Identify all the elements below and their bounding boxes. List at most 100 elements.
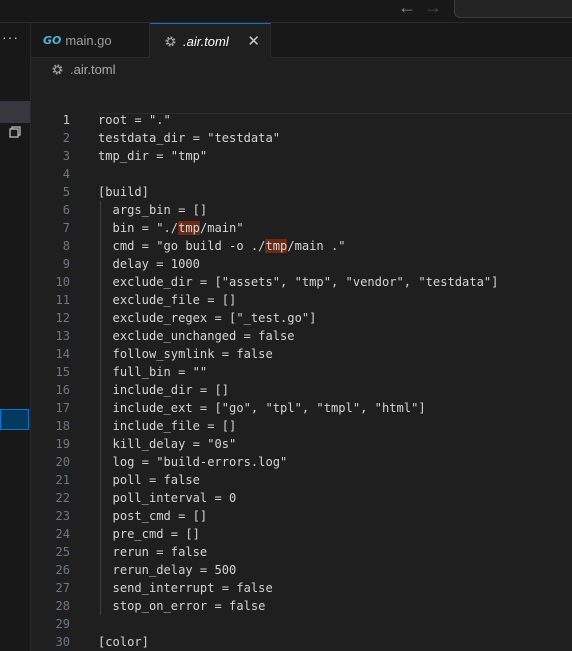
code-text[interactable]: [build] [98,183,149,201]
code-line[interactable]: 16 include_dir = [] [31,381,572,399]
code-line[interactable]: 28 stop_on_error = false [31,597,572,615]
line-number: 18 [55,419,70,433]
code-line[interactable]: 5 [build] [31,183,572,201]
code-text[interactable]: poll = false [98,471,200,489]
command-center-search[interactable] [454,0,572,18]
line-number: 17 [55,401,70,415]
code-line[interactable]: 17 include_ext = ["go", "tpl", "tmpl", "… [31,399,572,417]
code-text[interactable]: rerun = false [98,543,208,561]
code-text[interactable]: include_file = [] [98,417,237,435]
code-segment: /main ." [287,239,346,253]
code-line[interactable]: 13 exclude_unchanged = false [31,327,572,345]
code-segment: bin = "./ [98,221,179,235]
code-text[interactable]: exclude_dir = ["assets", "tmp", "vendor"… [98,273,499,291]
line-number: 23 [55,509,70,523]
code-text[interactable]: post_cmd = [] [98,507,208,525]
tab-main-go[interactable]: GO main.go [31,23,150,57]
line-number: 3 [62,149,70,163]
code-text[interactable]: follow_symlink = false [98,345,273,363]
line-number: 29 [55,617,70,631]
code-text[interactable]: pre_cmd = [] [98,525,200,543]
line-number: 21 [55,473,70,487]
close-icon[interactable]: ✕ [247,32,260,50]
line-number: 8 [62,239,70,253]
editor-tab-bar: GO main.go .air.toml ✕ [31,23,572,58]
sidebar-focused-row[interactable] [0,409,29,430]
code-line[interactable]: 1 root = "." [31,111,572,129]
line-number: 11 [55,293,70,307]
code-line[interactable]: 21 poll = false [31,471,572,489]
code-text[interactable]: stop_on_error = false [98,597,266,615]
code-text[interactable]: include_ext = ["go", "tpl", "tmpl", "htm… [98,399,426,417]
code-text[interactable]: testdata_dir = "testdata" [98,129,280,147]
code-line[interactable]: 9 delay = 1000 [31,255,572,273]
breadcrumb-file[interactable]: .air.toml [70,62,116,77]
code-text[interactable]: rerun_delay = 500 [98,561,237,579]
code-text[interactable]: args_bin = [] [98,201,208,219]
line-number: 27 [55,581,70,595]
code-line[interactable]: 23 post_cmd = [] [31,507,572,525]
line-number: 9 [62,257,70,271]
code-text[interactable]: exclude_regex = ["_test.go"] [98,309,317,327]
code-text[interactable]: send_interrupt = false [98,579,273,597]
code-line[interactable]: 7 bin = "./tmp/main" [31,219,572,237]
code-line[interactable]: 10 exclude_dir = ["assets", "tmp", "vend… [31,273,572,291]
code-line[interactable]: 3 tmp_dir = "tmp" [31,147,572,165]
sidebar-selected-row[interactable] [0,101,30,123]
code-text[interactable]: bin = "./tmp/main" [98,219,244,237]
code-text[interactable]: root = "." [98,111,171,129]
code-line[interactable]: 19 kill_delay = "0s" [31,435,572,453]
code-text[interactable]: full_bin = "" [98,363,208,381]
code-line[interactable]: 22 poll_interval = 0 [31,489,572,507]
breadcrumb[interactable]: .air.toml [51,60,116,78]
line-number: 16 [55,383,70,397]
line-number: 25 [55,545,70,559]
gear-icon [165,35,176,47]
code-text[interactable]: poll_interval = 0 [98,489,237,507]
code-text[interactable]: cmd = "go build -o ./tmp/main ." [98,237,346,255]
code-line[interactable]: 8 cmd = "go build -o ./tmp/main ." [31,237,572,255]
code-editor[interactable]: 1 root = "." 2 testdata_dir = "testdata" 3 tm… [31,80,572,651]
code-line[interactable]: 30 [color] [31,633,572,651]
code-text[interactable]: log = "build-errors.log" [98,453,288,471]
code-line[interactable]: 11 exclude_file = [] [31,291,572,309]
arrow-left-icon[interactable]: ← [398,0,416,18]
code-line[interactable]: 6 args_bin = [] [31,201,572,219]
code-line[interactable]: 26 rerun_delay = 500 [31,561,572,579]
line-number: 26 [55,563,70,577]
line-number: 30 [55,635,70,649]
line-number: 22 [55,491,70,505]
restore-window-icon[interactable] [9,126,21,138]
code-text[interactable]: tmp_dir = "tmp" [98,147,207,165]
code-line[interactable]: 18 include_file = [] [31,417,572,435]
code-line[interactable]: 29 [31,615,572,633]
tab-air-toml[interactable]: .air.toml ✕ [150,23,271,58]
search-match-highlight: tmp [178,221,200,235]
line-number: 10 [55,275,70,289]
tab-label: main.go [65,32,112,48]
arrow-right-icon[interactable]: → [424,0,442,18]
line-number: 7 [62,221,70,235]
code-segment: /main" [199,221,244,235]
code-line[interactable]: 24 pre_cmd = [] [31,525,572,543]
code-text[interactable]: delay = 1000 [98,255,200,273]
code-line[interactable]: 2 testdata_dir = "testdata" [31,129,572,147]
code-text[interactable]: exclude_file = [] [98,291,237,309]
code-line[interactable]: 4 [31,165,572,183]
line-number: 24 [55,527,70,541]
code-text[interactable]: [color] [98,633,149,651]
code-text[interactable]: include_dir = [] [98,381,230,399]
code-line[interactable]: 15 full_bin = "" [31,363,572,381]
code-line[interactable]: 14 follow_symlink = false [31,345,572,363]
ellipsis-icon[interactable]: ··· [2,29,19,45]
line-number: 13 [55,329,70,343]
line-number: 2 [62,131,70,145]
code-text[interactable]: kill_delay = "0s" [98,435,237,453]
code-line[interactable]: 25 rerun = false [31,543,572,561]
code-line[interactable]: 27 send_interrupt = false [31,579,572,597]
line-number: 12 [55,311,70,325]
code-line[interactable]: 20 log = "build-errors.log" [31,453,572,471]
code-text[interactable]: exclude_unchanged = false [98,327,295,345]
side-bar: ··· [0,23,31,651]
code-line[interactable]: 12 exclude_regex = ["_test.go"] [31,309,572,327]
